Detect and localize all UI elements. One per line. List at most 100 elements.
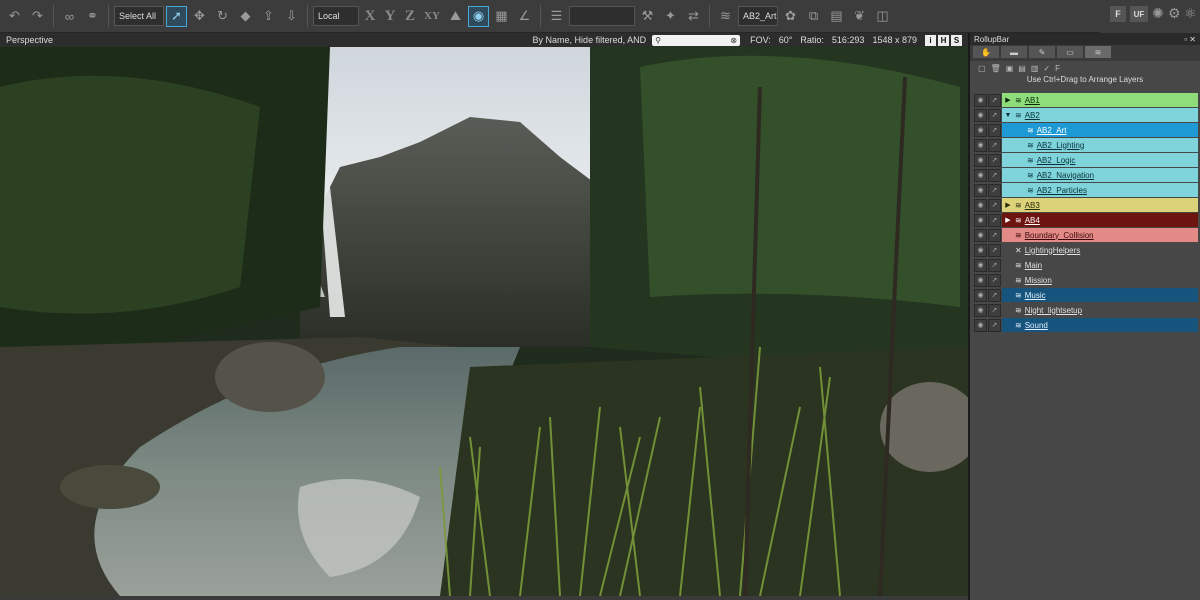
layer-row[interactable]: ◉ ➚ ▶ ≋ AB1 — [974, 93, 1198, 107]
layer-name-cell[interactable]: ≋ Night_lightsetup — [1002, 303, 1198, 317]
flag-f-button[interactable]: F — [1110, 6, 1126, 22]
layer-name-cell[interactable]: ▶ ≋ AB4 — [1002, 213, 1198, 227]
visibility-eye-icon[interactable]: ◉ — [974, 123, 987, 137]
grid-icon[interactable]: ▦ — [491, 6, 512, 27]
tab-modify[interactable]: ✎ — [1029, 46, 1055, 58]
snap-icon[interactable]: ◉ — [468, 5, 489, 27]
layer-row[interactable]: ◉ ➚ ≋ Night_lightsetup — [974, 303, 1198, 317]
axis-xy-button[interactable]: XY — [421, 10, 443, 22]
selectable-toggle-icon[interactable]: ➚ — [988, 93, 1001, 107]
selectable-toggle-icon[interactable]: ➚ — [988, 273, 1001, 287]
rotate-icon[interactable]: ↻ — [212, 6, 233, 27]
layer-name-cell[interactable]: ▶ ≋ AB1 — [1002, 93, 1198, 107]
selectable-toggle-icon[interactable]: ➚ — [988, 258, 1001, 272]
layer-name-cell[interactable]: ▶ ≋ AB3 — [1002, 198, 1198, 212]
layer-name-cell[interactable]: ≋ AB2_Lighting — [1002, 138, 1198, 152]
axis-y-button[interactable]: Y — [381, 8, 399, 25]
delete-layer-icon[interactable]: 🗑 — [991, 64, 1001, 73]
layer-name-cell[interactable]: ≋ Main — [1002, 258, 1198, 272]
visibility-eye-icon[interactable]: ◉ — [974, 93, 987, 107]
visibility-eye-icon[interactable]: ◉ — [974, 288, 987, 302]
visibility-eye-icon[interactable]: ◉ — [974, 138, 987, 152]
pin-icon[interactable]: ▫ ✕ — [1184, 35, 1196, 44]
layer-row[interactable]: ◉ ➚ ≋ AB2_Art — [974, 123, 1198, 137]
filter-f-button[interactable]: F — [1055, 64, 1060, 73]
import-layer-icon[interactable]: ▣ — [1006, 64, 1014, 73]
save-layer-icon[interactable]: ▤ — [1018, 64, 1026, 73]
grid-tool-icon[interactable]: ▤ — [826, 6, 847, 27]
layer-name-cell[interactable]: ≋ Sound — [1002, 318, 1198, 332]
visibility-eye-icon[interactable]: ◉ — [974, 228, 987, 242]
clear-icon[interactable]: ⊗ — [730, 36, 737, 45]
layer-row[interactable]: ◉ ➚ ▶ ≋ AB4 — [974, 213, 1198, 227]
visibility-eye-icon[interactable]: ◉ — [974, 168, 987, 182]
visibility-eye-icon[interactable]: ◉ — [974, 243, 987, 257]
selectable-toggle-icon[interactable]: ➚ — [988, 168, 1001, 182]
selectable-toggle-icon[interactable]: ➚ — [988, 138, 1001, 152]
selectable-toggle-icon[interactable]: ➚ — [988, 303, 1001, 317]
terrain-snap-icon[interactable]: ⛰ — [445, 6, 466, 27]
record-icon[interactable]: ⇄ — [683, 6, 704, 27]
layer-row[interactable]: ◉ ➚ ≋ Sound — [974, 318, 1198, 332]
viewport-search-input[interactable]: ⚲ ⊗ — [652, 34, 741, 46]
layer-row[interactable]: ◉ ➚ ▶ ≋ AB3 — [974, 198, 1198, 212]
tab-objects[interactable]: ✋ — [973, 46, 999, 58]
selectable-toggle-icon[interactable]: ➚ — [988, 288, 1001, 302]
visibility-eye-icon[interactable]: ◉ — [974, 318, 987, 332]
active-layer-dropdown[interactable]: AB2_Art — [738, 6, 778, 26]
layer-name-cell[interactable]: ✕ LightingHelpers — [1002, 243, 1198, 257]
selectable-toggle-icon[interactable]: ➚ — [988, 123, 1001, 137]
layer-row[interactable]: ◉ ➚ ≋ Mission — [974, 273, 1198, 287]
selectable-toggle-icon[interactable]: ➚ — [988, 318, 1001, 332]
visibility-eye-icon[interactable]: ◉ — [974, 273, 987, 287]
axis-z-button[interactable]: Z — [401, 8, 419, 25]
layer-row[interactable]: ◉ ➚ ▼ ≋ AB2 — [974, 108, 1198, 122]
redo-icon[interactable]: ↷ — [27, 6, 48, 27]
visibility-eye-icon[interactable]: ◉ — [974, 303, 987, 317]
layer-name-cell[interactable]: ≋ Music — [1002, 288, 1198, 302]
layer-name-cell[interactable]: ≋ AB2_Particles — [1002, 183, 1198, 197]
empty-dropdown[interactable] — [569, 6, 635, 26]
layer-row[interactable]: ◉ ➚ ≋ AB2_Lighting — [974, 138, 1198, 152]
coord-system-dropdown[interactable]: Local — [313, 6, 359, 26]
layer-name-cell[interactable]: ≋ AB2_Logic — [1002, 153, 1198, 167]
layer-name-cell[interactable]: ≋ Boundary_Collision — [1002, 228, 1198, 242]
viewport-title[interactable]: Perspective — [0, 35, 533, 45]
expand-toggle-icon[interactable]: ▶ — [1004, 201, 1012, 209]
visibility-eye-icon[interactable]: ◉ — [974, 108, 987, 122]
select-icon[interactable]: ➚ — [166, 5, 187, 27]
move-icon[interactable]: ✥ — [189, 6, 210, 27]
list-icon[interactable]: ☰ — [546, 6, 567, 27]
folder-icon[interactable]: ▥ — [1031, 64, 1039, 73]
visibility-eye-icon[interactable]: ◉ — [974, 183, 987, 197]
molecule-icon[interactable]: ✺ — [1152, 5, 1164, 22]
selectable-toggle-icon[interactable]: ➚ — [988, 108, 1001, 122]
layer-row[interactable]: ◉ ➚ ≋ AB2_Logic — [974, 153, 1198, 167]
undo-icon[interactable]: ↶ — [4, 6, 25, 27]
visibility-eye-icon[interactable]: ◉ — [974, 153, 987, 167]
unlink-icon[interactable]: ⚭ — [82, 6, 103, 27]
info-toggle[interactable]: i — [925, 34, 936, 46]
selectable-toggle-icon[interactable]: ➚ — [988, 213, 1001, 227]
layer-name-cell[interactable]: ≋ AB2_Art — [1002, 123, 1198, 137]
tab-terrain[interactable]: ▬ — [1001, 46, 1027, 58]
layer-name-cell[interactable]: ≋ Mission — [1002, 273, 1198, 287]
import-icon[interactable]: ⇩ — [281, 6, 302, 27]
selectable-toggle-icon[interactable]: ➚ — [988, 183, 1001, 197]
scene-render[interactable] — [0, 47, 968, 596]
layer-row[interactable]: ◉ ➚ ≋ Main — [974, 258, 1198, 272]
layer-row[interactable]: ◉ ➚ ≋ AB2_Navigation — [974, 168, 1198, 182]
tab-layers[interactable]: ≋ — [1085, 46, 1111, 58]
flag-uf-button[interactable]: UF — [1130, 6, 1148, 22]
layer-row[interactable]: ◉ ➚ ✕ LightingHelpers — [974, 243, 1198, 257]
fur-icon[interactable]: ✿ — [780, 6, 801, 27]
visibility-eye-icon[interactable]: ◉ — [974, 213, 987, 227]
expand-toggle-icon[interactable]: ▼ — [1004, 112, 1012, 119]
layer-name-cell[interactable]: ≋ AB2_Navigation — [1002, 168, 1198, 182]
layer-row[interactable]: ◉ ➚ ≋ AB2_Particles — [974, 183, 1198, 197]
visibility-eye-icon[interactable]: ◉ — [974, 198, 987, 212]
dna-icon[interactable]: ❦ — [849, 6, 870, 27]
angle-icon[interactable]: ∠ — [514, 6, 535, 27]
expand-toggle-icon[interactable]: ▶ — [1004, 96, 1012, 104]
expand-toggle-icon[interactable]: ▶ — [1004, 216, 1012, 224]
